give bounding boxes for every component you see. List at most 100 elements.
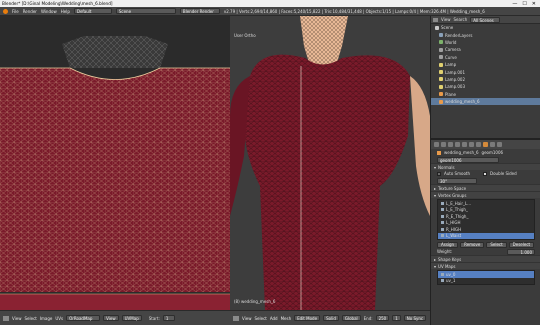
context-mesh-name: geom1006	[481, 150, 504, 155]
select-button[interactable]: Select	[486, 241, 507, 248]
uv-map-icon	[441, 272, 444, 276]
shading-selector[interactable]: Solid	[323, 315, 339, 321]
weight-field[interactable]: 1.000	[507, 248, 535, 255]
vp-menu-mesh[interactable]: Mesh	[281, 316, 292, 321]
scene-stats: v2.79 | Verts:2,694/14,860 | Faces:5,240…	[223, 8, 485, 14]
auto-smooth-label: Auto Smooth	[444, 171, 470, 176]
uv-map-selector[interactable]: UVMap	[121, 315, 142, 321]
orientation-selector[interactable]: Global	[341, 315, 361, 321]
data-tab-icon[interactable]	[483, 142, 488, 147]
uv-image-selector[interactable]: OrRoadMap	[66, 315, 101, 321]
uv-editor[interactable]	[0, 16, 230, 310]
outliner-row-world[interactable]: World	[431, 39, 540, 46]
vp-menu-add[interactable]: Add	[270, 316, 278, 321]
vertex-group-buttons: Assign Remove Select Deselect	[431, 241, 540, 248]
maximize-button[interactable]: ☐	[522, 1, 526, 7]
layout-selector[interactable]: Default	[73, 8, 112, 14]
uv-maps-list[interactable]: uv_0 uv_1	[437, 270, 535, 285]
scene-tab-icon[interactable]	[448, 142, 453, 147]
timeline-end-field[interactable]: 250	[375, 315, 390, 321]
weight-row: Weight: 1.000	[431, 248, 540, 255]
menu-file[interactable]: File	[12, 9, 19, 14]
assign-button[interactable]: Assign	[437, 241, 459, 248]
lamp-icon	[439, 84, 443, 89]
mesh-object-icon	[439, 99, 443, 104]
constraints-tab-icon[interactable]	[469, 142, 474, 147]
menu-help[interactable]: Help	[61, 9, 70, 14]
viewport-canvas[interactable]	[230, 16, 430, 310]
vertex-group-icon	[441, 234, 444, 238]
blender-logo-icon[interactable]	[3, 8, 8, 14]
scene-selector[interactable]: Scene	[115, 8, 176, 14]
auto-smooth-angle-row: 30°	[431, 177, 540, 184]
menu-window[interactable]: Window	[41, 9, 57, 14]
normals-section-header[interactable]: ▾ Normals	[431, 163, 540, 170]
outliner-search-menu[interactable]: Search	[454, 17, 468, 22]
outliner-row-lamp-003[interactable]: Lamp.003	[431, 83, 540, 90]
outliner-header: View Search All Scenes	[431, 16, 540, 24]
viewport-view-label: User Ortho	[234, 33, 256, 38]
context-path: wedding_mesh_6 geom1006	[431, 149, 540, 156]
texture-space-section-header[interactable]: ▸ Texture Space	[431, 184, 540, 191]
scene-icon	[435, 25, 439, 30]
vertex-groups-section-header[interactable]: ▾ Vertex Groups	[431, 191, 540, 198]
world-tab-icon[interactable]	[455, 142, 460, 147]
double-sided-checkbox[interactable]	[483, 171, 487, 176]
auto-smooth-angle-field[interactable]: 30°	[437, 177, 477, 184]
lamp-icon	[439, 70, 443, 75]
render-engine-selector[interactable]: Blender Render	[179, 8, 220, 14]
remove-button[interactable]: Remove	[460, 241, 485, 248]
vertex-group-item-selected[interactable]: L_Waist	[438, 232, 534, 239]
uv-menu-image[interactable]: Image	[40, 316, 53, 321]
object-tab-icon[interactable]	[462, 142, 467, 147]
outliner-view-menu[interactable]: View	[441, 17, 451, 22]
uv-layout-canvas[interactable]	[0, 16, 230, 310]
uv-view-selector[interactable]: View	[103, 315, 119, 321]
mode-selector[interactable]: Edit Mode	[294, 315, 321, 321]
timeline-start-field[interactable]: 1	[162, 315, 175, 321]
outliner-display-mode[interactable]: All Scenes	[470, 16, 501, 23]
minimize-button[interactable]: —	[512, 1, 517, 7]
outliner-row-scene[interactable]: Scene	[431, 24, 540, 31]
viewport-header: View Select Add Mesh Edit Mode Solid Glo…	[230, 310, 430, 325]
render-tab-icon[interactable]	[434, 142, 439, 147]
viewport-type-icon[interactable]	[233, 315, 239, 321]
vertex-groups-list[interactable]: L_E_Hair_L... L_E_Thigh_ R_E_Thigh_ L_HI…	[437, 199, 535, 240]
auto-smooth-checkbox[interactable]	[437, 171, 441, 176]
outliner-row-lamp[interactable]: Lamp	[431, 61, 540, 68]
outliner-row-renderlayers[interactable]: RenderLayers	[431, 31, 540, 38]
timeline-current-frame[interactable]: 1	[392, 315, 401, 321]
world-icon	[439, 40, 443, 45]
outliner-row-wedding-mesh[interactable]: wedding_mesh_6	[431, 97, 540, 106]
uv-editor-header: View Select Image UVs OrRoadMap View UVM…	[0, 310, 230, 325]
deselect-button[interactable]: Deselect	[508, 241, 535, 248]
outliner-row-camera[interactable]: Camera	[431, 46, 540, 53]
sync-selector[interactable]: No Sync	[403, 315, 427, 321]
uv-menu-view[interactable]: View	[12, 316, 22, 321]
uv-maps-section-header[interactable]: ▾ UV Maps	[431, 262, 540, 269]
3d-viewport[interactable]: User Ortho (8) wedding_mesh_6	[230, 16, 430, 310]
uv-menu-select[interactable]: Select	[25, 316, 37, 321]
vp-menu-view[interactable]: View	[242, 316, 252, 321]
texture-tab-icon[interactable]	[497, 142, 502, 147]
close-button[interactable]: ✕	[532, 1, 536, 7]
material-tab-icon[interactable]	[490, 142, 495, 147]
outliner-row-curve[interactable]: Curve	[431, 54, 540, 61]
vp-menu-select[interactable]: Select	[255, 316, 267, 321]
shape-keys-section-header[interactable]: ▸ Shape Keys	[431, 255, 540, 262]
outliner-type-icon[interactable]	[433, 17, 438, 22]
outliner-row-lamp-001[interactable]: Lamp.001	[431, 68, 540, 75]
menu-render[interactable]: Render	[23, 9, 37, 14]
mesh-datablock-field[interactable]: geom1006	[437, 156, 499, 163]
uv-map-item[interactable]: uv_1	[438, 278, 534, 285]
uv-menu-uvs[interactable]: UVs	[55, 316, 63, 321]
outliner: View Search All Scenes Scene RenderLayer…	[430, 16, 540, 138]
layers-tab-icon[interactable]	[441, 142, 446, 147]
collapse-arrow-icon: ▾	[434, 192, 437, 198]
modifiers-tab-icon[interactable]	[476, 142, 481, 147]
uv-editor-type-icon[interactable]	[3, 315, 9, 321]
outliner-row-plane[interactable]: Plane	[431, 91, 540, 98]
outliner-row-lamp-002[interactable]: Lamp.002	[431, 76, 540, 83]
collapse-arrow-icon: ▾	[434, 164, 437, 170]
expand-arrow-icon: ▸	[434, 185, 437, 191]
